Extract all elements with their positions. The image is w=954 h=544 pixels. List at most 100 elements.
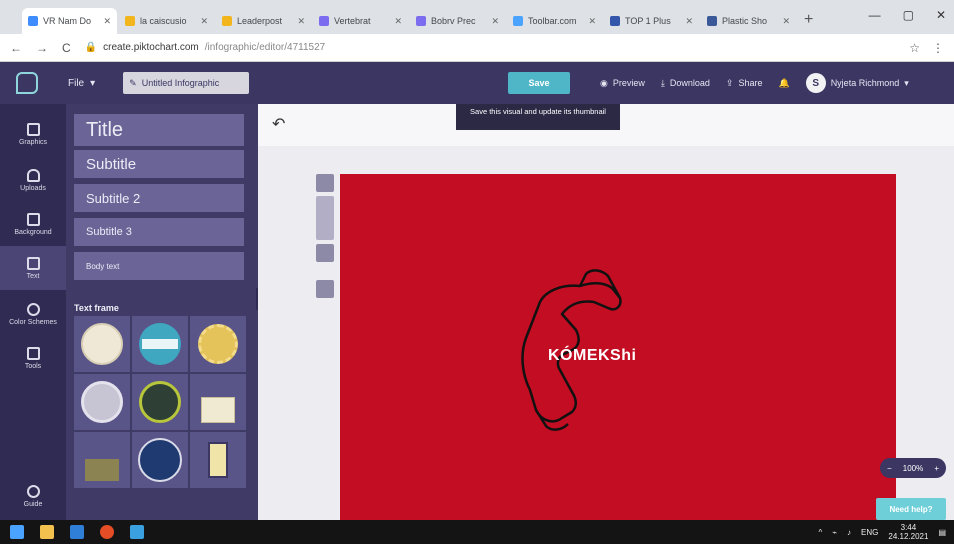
file-explorer-icon[interactable] — [40, 525, 54, 539]
block-move-icon[interactable] — [316, 196, 334, 240]
text-frame-option[interactable] — [190, 432, 246, 488]
close-tab-icon[interactable]: ✕ — [491, 16, 499, 27]
document-title-value: Untitled Infographic — [141, 78, 220, 88]
text-panel: Title Subtitle Subtitle 2 Subtitle 3 Bod… — [66, 104, 258, 520]
save-tooltip: Save this visual and update its thumbnai… — [456, 104, 620, 130]
back-button[interactable]: ← — [10, 41, 22, 55]
chrome-browser-icon[interactable] — [100, 525, 114, 539]
close-window-button[interactable]: ✕ — [936, 8, 946, 22]
browser-tab[interactable]: VR Nam Do ✕ — [22, 8, 117, 34]
store-icon[interactable] — [130, 525, 144, 539]
pencil-icon: ✎ — [129, 77, 137, 88]
share-button[interactable]: ⇪ Share — [726, 78, 763, 89]
volume-icon[interactable]: ♪ — [847, 528, 851, 537]
browser-menu-icon[interactable]: ⋮ — [932, 41, 944, 55]
piktochart-logo-icon[interactable] — [16, 72, 38, 94]
rail-item-uploads[interactable]: Uploads — [0, 158, 66, 202]
need-help-button[interactable]: Need help? — [876, 498, 946, 520]
text-frame-option[interactable] — [132, 316, 188, 372]
graphics-icon — [26, 122, 40, 136]
share-label: Share — [738, 78, 763, 88]
maximize-button[interactable]: ▢ — [903, 8, 914, 22]
clock[interactable]: 3:44 24.12.2021 — [888, 523, 928, 541]
brand-text[interactable]: KÓMEKShi — [548, 347, 636, 365]
browser-tab-label: Plastic Sho — [722, 16, 768, 26]
tray-chevron-icon[interactable]: ^ — [818, 528, 822, 537]
start-icon[interactable] — [10, 525, 24, 539]
title-text-option[interactable]: Title — [74, 114, 244, 146]
rail-item-label: Color Schemes — [9, 318, 57, 326]
rail-item-tools[interactable]: Tools — [0, 336, 66, 380]
subtitle2-text-option[interactable]: Subtitle 2 — [74, 184, 244, 212]
reload-button[interactable]: C — [62, 41, 71, 55]
close-tab-icon[interactable]: ✕ — [588, 16, 596, 27]
tab-favicon-icon — [28, 16, 38, 26]
preview-button[interactable]: ◉ Preview — [600, 78, 645, 89]
tab-favicon-icon — [222, 16, 232, 26]
notifications-icon[interactable]: ▤ — [938, 528, 946, 537]
new-tab-button[interactable]: + — [804, 11, 813, 29]
input-language[interactable]: ENG — [861, 528, 878, 537]
file-menu-label: File — [68, 77, 85, 89]
rail-item-color-schemes[interactable]: Color Schemes — [0, 292, 66, 336]
tab-favicon-icon — [416, 16, 426, 26]
user-menu[interactable]: S Nyjeta Richmond ▾ — [805, 73, 909, 93]
notification-bell-icon[interactable]: 🔔 — [778, 78, 789, 89]
subtitle-text-option[interactable]: Subtitle — [74, 150, 244, 178]
download-button[interactable]: ⤓ Download — [661, 78, 710, 89]
browser-tab-strip: VR Nam Do ✕ la caiscusio ✕ Leaderpost ✕ Verteb… — [0, 0, 954, 34]
block-duplicate-icon[interactable] — [316, 244, 334, 262]
file-menu[interactable]: File ▾ — [68, 78, 95, 89]
text-frame-option[interactable] — [190, 374, 246, 430]
zoom-out-button[interactable]: − — [887, 464, 892, 473]
document-title-field[interactable]: ✎ Untitled Infographic — [123, 72, 250, 94]
close-tab-icon[interactable]: ✕ — [394, 16, 402, 27]
text-frame-option[interactable] — [74, 316, 130, 372]
close-tab-icon[interactable]: ✕ — [297, 16, 305, 27]
palette-icon — [26, 302, 40, 316]
text-frame-option[interactable] — [132, 432, 188, 488]
block-add-icon[interactable] — [316, 174, 334, 192]
rail-item-guide[interactable]: Guide — [0, 474, 66, 518]
text-frame-option[interactable] — [132, 374, 188, 430]
cloud-upload-icon — [26, 168, 40, 182]
preview-label: Preview — [612, 78, 645, 88]
close-tab-icon[interactable]: ✕ — [685, 16, 693, 27]
tab-favicon-icon — [513, 16, 523, 26]
close-tab-icon[interactable]: ✕ — [782, 16, 790, 27]
network-icon[interactable]: ⌁ — [832, 528, 837, 537]
browser-tab[interactable]: Toolbar.com ✕ — [507, 8, 602, 34]
browser-tab[interactable]: TOP 1 Plus ✕ — [604, 8, 699, 34]
rail-item-background[interactable]: Background — [0, 202, 66, 246]
rail-item-text[interactable]: Text — [0, 246, 66, 290]
rail-item-graphics[interactable]: Graphics — [0, 112, 66, 156]
edge-browser-icon[interactable] — [70, 525, 84, 539]
screen: VR Nam Do ✕ la caiscusio ✕ Leaderpost ✕ Verteb… — [0, 0, 954, 544]
browser-tab[interactable]: Leaderpost ✕ — [216, 8, 311, 34]
browser-tab[interactable]: Bobrv Prec ✕ — [410, 8, 505, 34]
text-frame-option[interactable] — [74, 374, 130, 430]
help-icon — [26, 484, 40, 498]
undo-icon[interactable]: ↶ — [272, 114, 285, 134]
browser-tab[interactable]: Plastic Sho ✕ — [701, 8, 796, 34]
subtitle3-text-option[interactable]: Subtitle 3 — [74, 218, 244, 246]
close-tab-icon[interactable]: ✕ — [200, 16, 208, 27]
bookmark-star-icon[interactable]: ☆ — [909, 41, 920, 55]
text-frame-option[interactable] — [190, 316, 246, 372]
browser-tab[interactable]: Vertebrat ✕ — [313, 8, 408, 34]
text-frame-option[interactable] — [74, 432, 130, 488]
text-frames-heading: Text frame — [74, 303, 119, 313]
clock-date: 24.12.2021 — [888, 532, 929, 541]
user-name: Nyjeta Richmond — [830, 78, 900, 88]
minimize-button[interactable]: — — [869, 8, 881, 22]
save-button[interactable]: Save — [508, 72, 570, 94]
url-field[interactable]: 🔒 create.piktochart.com /infographic/edi… — [85, 38, 896, 58]
tab-favicon-icon — [319, 16, 329, 26]
zoom-in-button[interactable]: + — [934, 464, 939, 473]
tab-favicon-icon — [125, 16, 135, 26]
browser-tab[interactable]: la caiscusio ✕ — [119, 8, 214, 34]
close-tab-icon[interactable]: ✕ — [103, 16, 111, 27]
block-delete-icon[interactable] — [316, 280, 334, 298]
body-text-option[interactable]: Body text — [74, 252, 244, 280]
forward-button[interactable]: → — [36, 41, 48, 55]
